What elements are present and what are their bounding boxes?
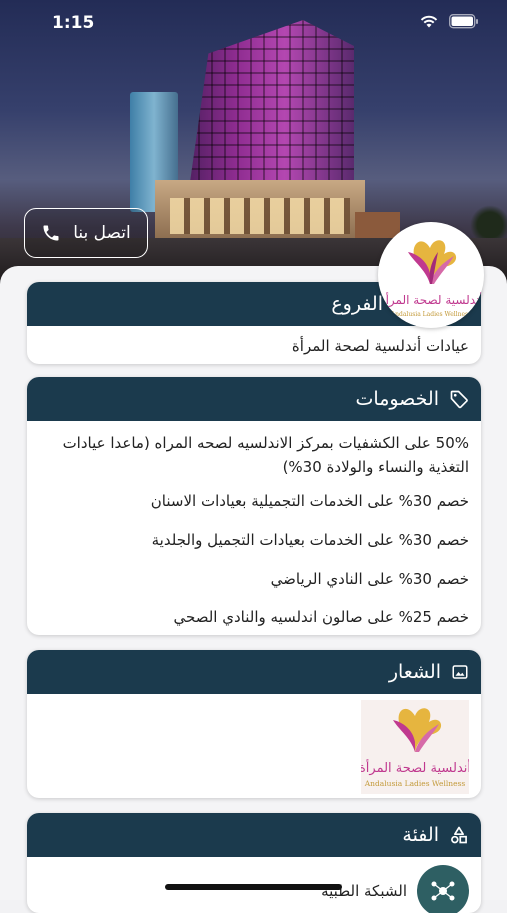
discount-item: خصم 25% على صالون اندلسيه والنادي الصحي	[173, 608, 469, 626]
building-base-windows	[170, 198, 350, 234]
logo-large-arabic: أندلسية لصحة المرأة	[361, 759, 469, 776]
shapes-icon	[451, 826, 467, 844]
logo-arabic-text: أندلسية لصحة المرأة	[379, 292, 482, 308]
battery-icon	[449, 14, 478, 29]
discount-item: خصم 30% على الخدمات التجميلية بعيادات ال…	[150, 492, 469, 510]
status-bar: 1:15	[0, 0, 507, 46]
category-title: الفئة	[402, 824, 439, 846]
phone-icon	[43, 225, 59, 241]
building-main-tower	[186, 20, 354, 206]
status-time: 1:15	[52, 13, 95, 33]
logo-image: أندلسية لصحة المرأة Andalusia Ladies Wel…	[359, 700, 471, 794]
tag-icon	[450, 390, 468, 409]
discount-item: خصم 30% على النادي الرياضي	[270, 570, 469, 588]
logo-english-text: Andalusia Ladies Wellness	[390, 311, 471, 318]
andalusia-logo-large-icon: أندلسية لصحة المرأة Andalusia Ladies Wel…	[359, 700, 471, 794]
category-header: الفئة	[27, 813, 481, 857]
logo-large-english: Andalusia Ladies Wellness	[364, 779, 466, 788]
category-row[interactable]: الشبكة الطبية	[321, 865, 469, 913]
logo-title: الشعار	[388, 661, 441, 683]
image-icon	[452, 665, 468, 679]
discount-item: خصم 30% على الخدمات بعيادات التجميل والج…	[151, 531, 469, 549]
wifi-icon	[420, 15, 438, 28]
logo-header: الشعار	[27, 650, 481, 694]
brand-logo-avatar: أندلسية لصحة المرأة Andalusia Ladies Wel…	[378, 222, 484, 328]
call-us-button[interactable]: اتصل بنا	[24, 208, 148, 258]
call-us-label: اتصل بنا	[73, 223, 131, 243]
home-indicator	[165, 884, 342, 890]
category-card: الفئة الشبكة الطبية	[27, 813, 481, 913]
discounts-card: الخصومات 50% على الكشفيات بمركز الاندلسي…	[27, 377, 481, 635]
logo-card: الشعار أندلسية لصحة المرأة Andalusia Lad…	[27, 650, 481, 798]
medical-network-logo	[417, 865, 469, 913]
discounts-header: الخصومات	[27, 377, 481, 421]
network-icon	[431, 881, 455, 901]
branch-item[interactable]: عيادات أندلسية لصحة المرأة	[39, 334, 469, 358]
branches-title: الفروع	[331, 293, 383, 315]
andalusia-logo-icon: أندلسية لصحة المرأة Andalusia Ladies Wel…	[379, 240, 483, 318]
discounts-title: الخصومات	[355, 388, 439, 410]
discount-item: 50% على الكشفيات بمركز الاندلسيه لصحه ال…	[62, 434, 469, 476]
